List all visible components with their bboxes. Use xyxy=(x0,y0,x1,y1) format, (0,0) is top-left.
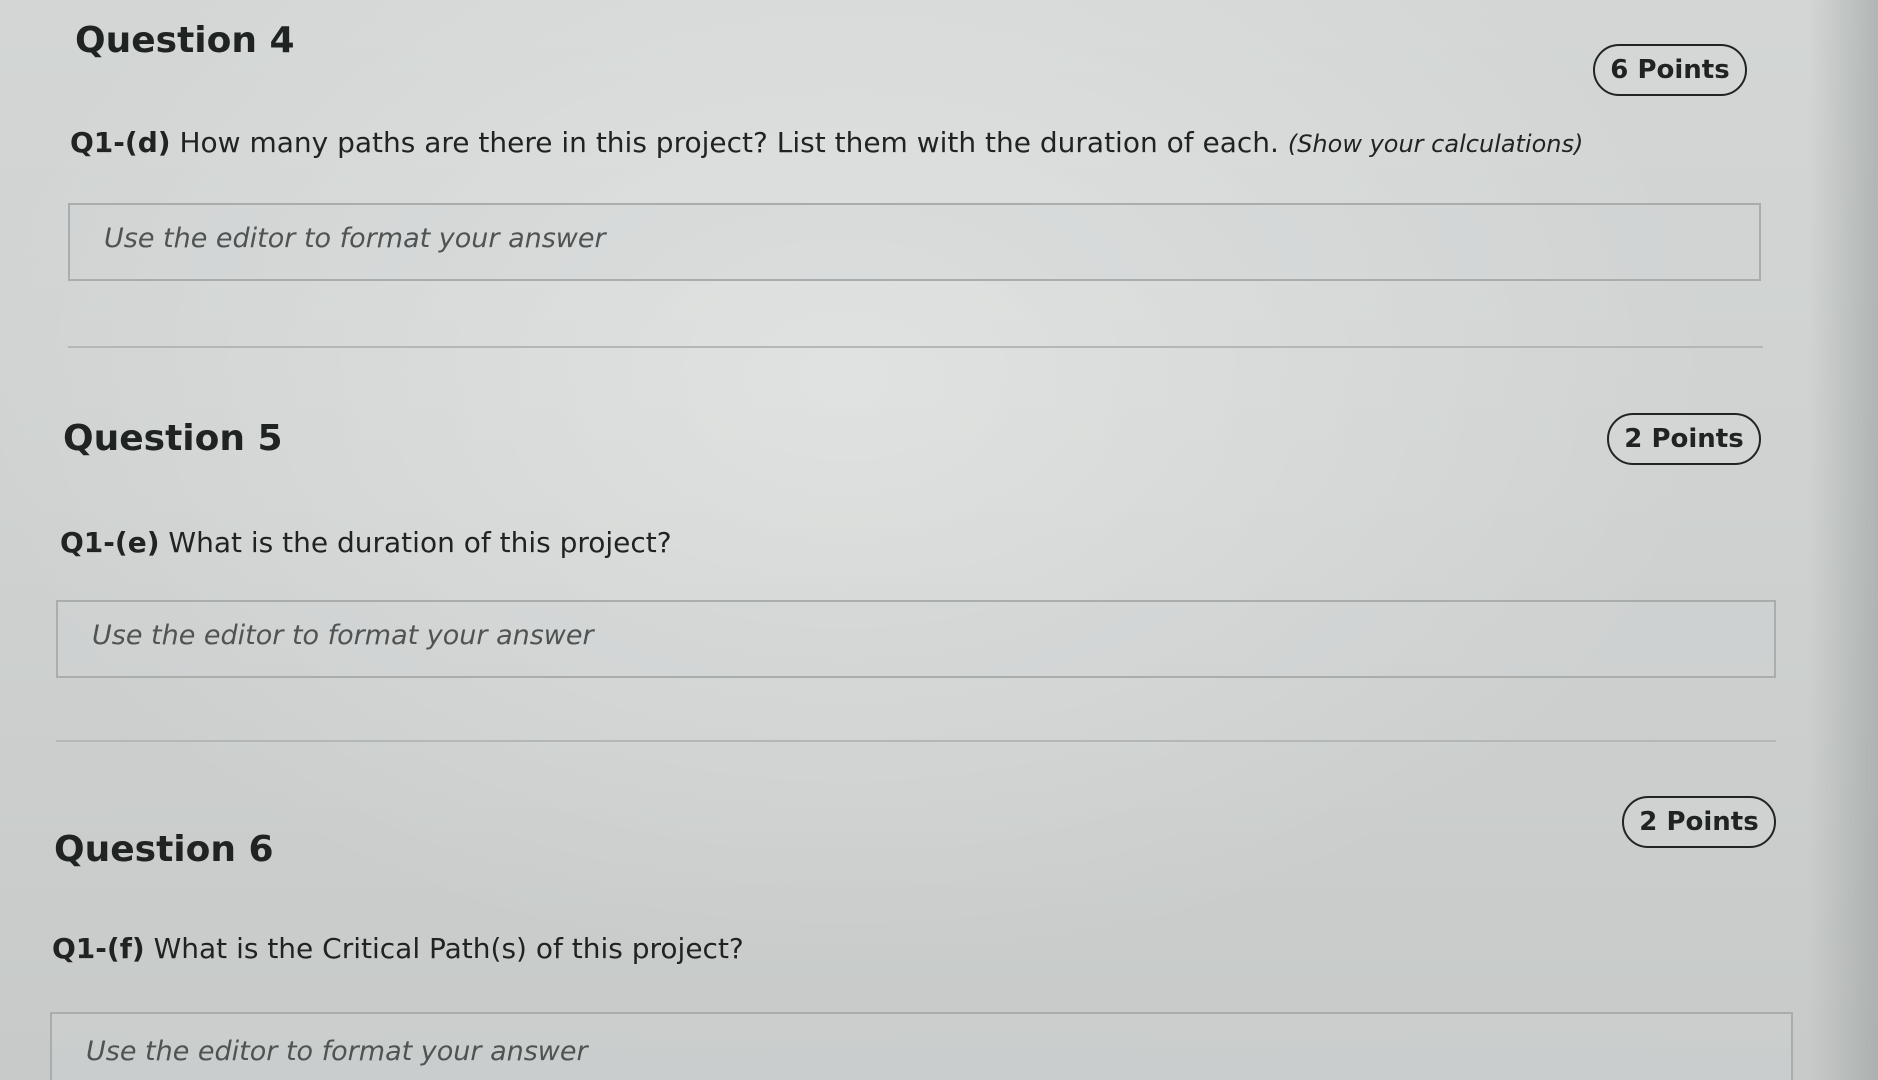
question-hint: (Show your calculations) xyxy=(1287,130,1584,158)
answer-placeholder: Use the editor to format your answer xyxy=(92,620,594,651)
points-badge: 2 Points xyxy=(1607,413,1761,465)
points-badge: 6 Points xyxy=(1593,44,1747,96)
question-code: Q1-(d) xyxy=(70,126,171,159)
answer-placeholder: Use the editor to format your answer xyxy=(86,1036,588,1067)
question-code: Q1-(e) xyxy=(60,526,160,559)
question-prompt: Q1-(d) How many paths are there in this … xyxy=(70,126,1583,159)
quiz-page: Question 4 6 Points Q1-(d) How many path… xyxy=(0,0,1878,1080)
divider xyxy=(56,740,1776,742)
answer-editor[interactable]: Use the editor to format your answer xyxy=(50,1012,1793,1080)
screen-edge-shadow xyxy=(1808,0,1878,1080)
divider xyxy=(68,346,1763,348)
question-text: How many paths are there in this project… xyxy=(179,126,1279,159)
question-title: Question 6 xyxy=(54,829,274,870)
answer-editor[interactable]: Use the editor to format your answer xyxy=(68,203,1761,281)
points-badge: 2 Points xyxy=(1622,796,1776,848)
question-code: Q1-(f) xyxy=(52,932,145,965)
answer-editor[interactable]: Use the editor to format your answer xyxy=(56,600,1776,678)
question-text: What is the Critical Path(s) of this pro… xyxy=(153,932,744,965)
question-title: Question 4 xyxy=(75,20,295,61)
question-text: What is the duration of this project? xyxy=(168,526,672,559)
answer-placeholder: Use the editor to format your answer xyxy=(104,223,606,254)
question-prompt: Q1-(e) What is the duration of this proj… xyxy=(60,526,672,559)
question-title: Question 5 xyxy=(63,418,283,459)
question-prompt: Q1-(f) What is the Critical Path(s) of t… xyxy=(52,932,744,965)
